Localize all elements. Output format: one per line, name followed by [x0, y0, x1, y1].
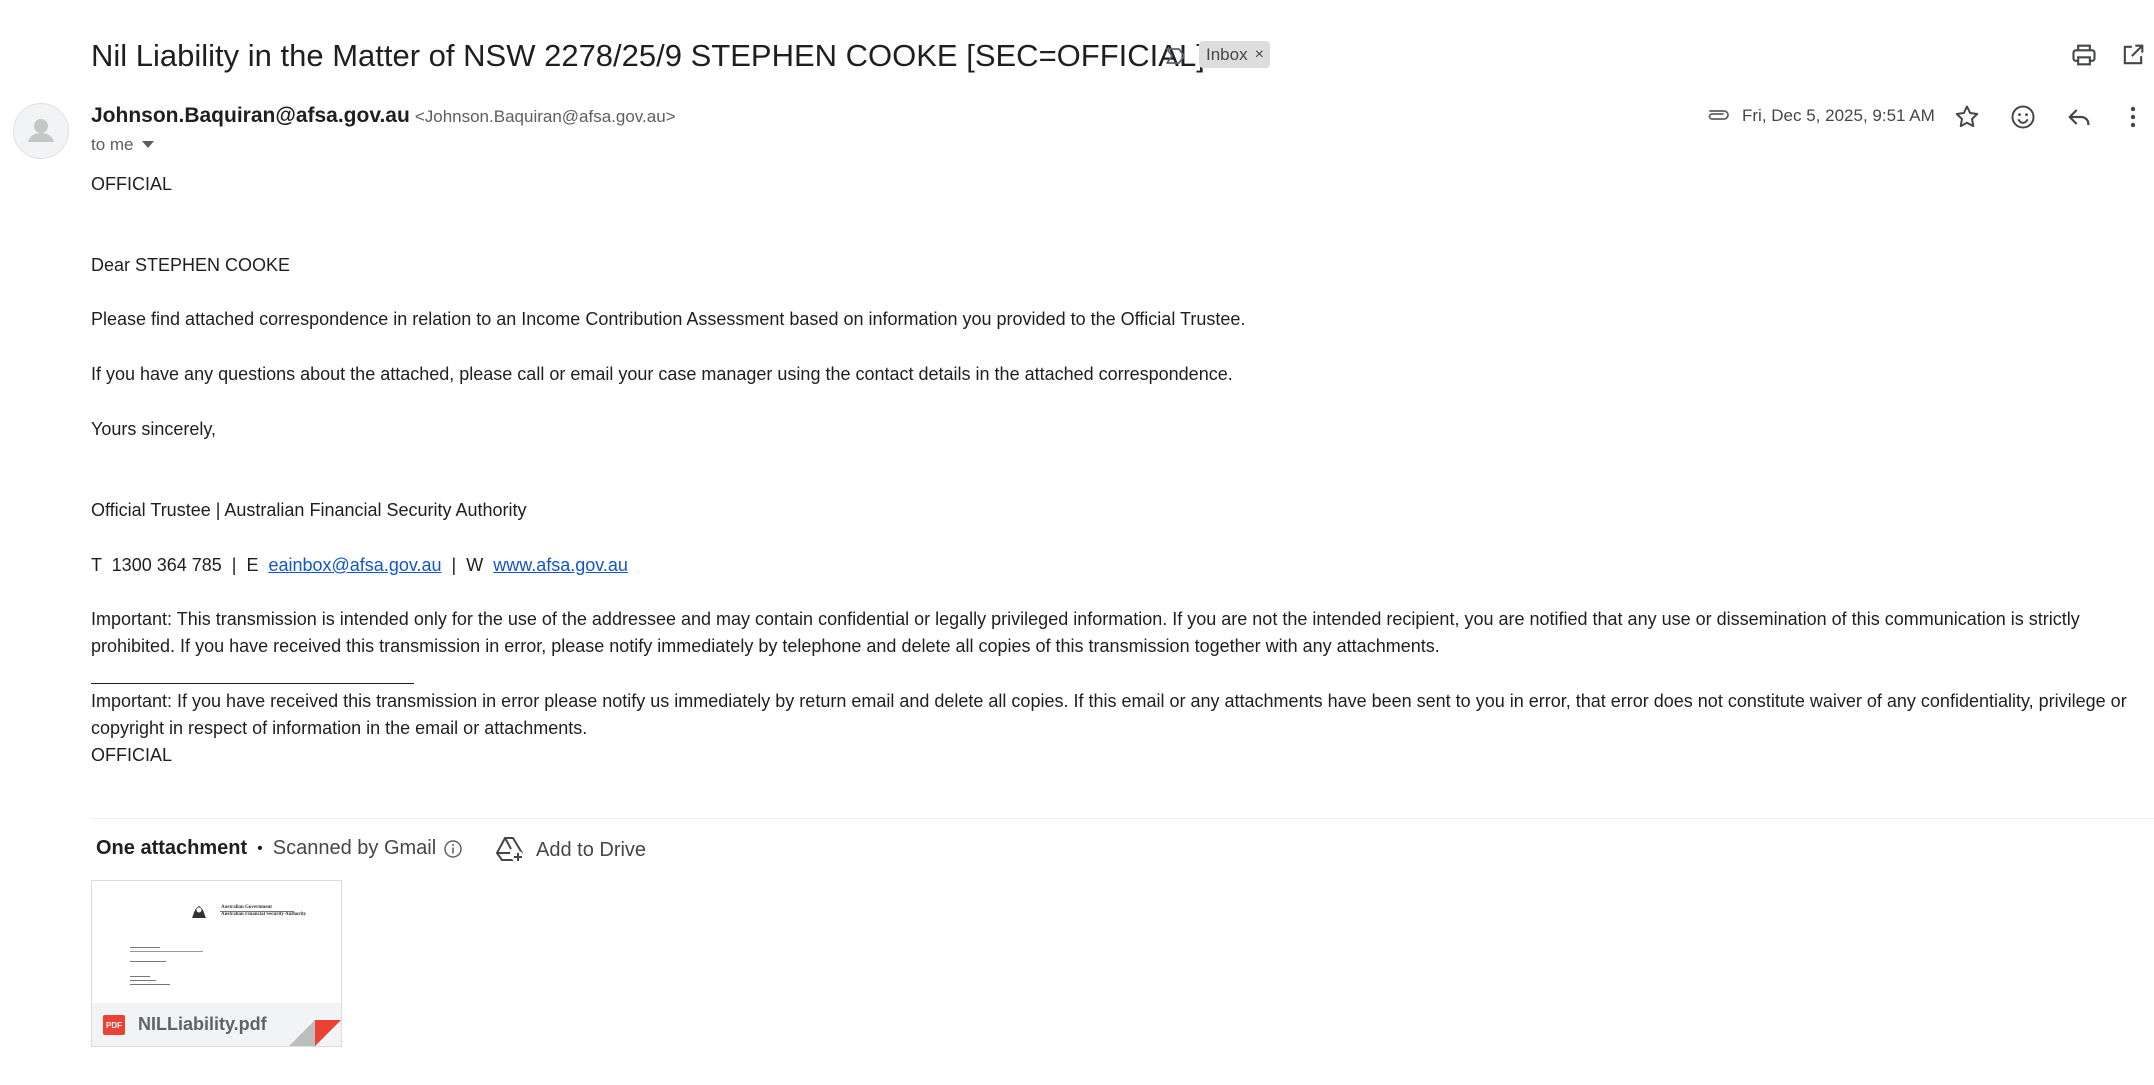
- thumb-line: [130, 976, 150, 977]
- star-button[interactable]: [1953, 103, 1981, 131]
- add-to-drive-button[interactable]: Add to Drive: [494, 835, 646, 865]
- open-in-new-window-icon: [2119, 41, 2147, 69]
- importance-marker-icon[interactable]: [1164, 44, 1188, 68]
- reply-button[interactable]: [2065, 103, 2093, 131]
- thumb-title-1: Australian Government: [221, 905, 272, 910]
- contact-separator: | W: [441, 555, 494, 575]
- classification-top: OFFICIAL: [91, 174, 173, 194]
- sender-name[interactable]: Johnson.Baquiran@afsa.gov.au: [91, 104, 410, 128]
- email-subject: Nil Liability in the Matter of NSW 2278/…: [91, 38, 1205, 73]
- avatar[interactable]: [13, 103, 69, 159]
- print-button[interactable]: [2070, 41, 2098, 69]
- contact-website-link[interactable]: www.afsa.gov.au: [493, 555, 628, 575]
- coat-of-arms-icon: [192, 906, 206, 918]
- attachment-count: One attachment: [96, 837, 248, 859]
- more-vert-icon: [2127, 103, 2139, 131]
- sender-email: <Johnson.Baquiran@afsa.gov.au>: [414, 107, 676, 126]
- label-text: Inbox: [1206, 44, 1248, 64]
- legal-notice-1: Important: This transmission is intended…: [91, 609, 2080, 656]
- remove-label-button[interactable]: ×: [1255, 46, 1264, 64]
- greeting: Dear STEPHEN COOKE: [91, 255, 291, 275]
- add-to-drive-label: Add to Drive: [536, 838, 647, 861]
- page-fold-icon: [289, 1020, 341, 1046]
- divider: [91, 683, 414, 684]
- attachment-header: One attachment • Scanned by Gmail: [96, 837, 463, 860]
- add-reaction-button[interactable]: [2009, 103, 2037, 131]
- sender-line: Johnson.Baquiran@afsa.gov.au <Johnson.Ba…: [91, 104, 676, 128]
- legal-notice-2: Important: If you have received this tra…: [91, 691, 2127, 738]
- inbox-label-chip[interactable]: Inbox ×: [1199, 41, 1270, 68]
- classification-bottom: OFFICIAL: [91, 745, 173, 765]
- reply-icon: [2065, 103, 2093, 131]
- attachment-divider: [91, 818, 2154, 819]
- contact-line: T 1300 364 785 | E eainbox@afsa.gov.au |…: [91, 552, 628, 579]
- info-icon[interactable]: [443, 839, 463, 859]
- scanned-by-gmail: Scanned by Gmail: [272, 837, 437, 859]
- avatar-icon: [14, 104, 68, 158]
- body-paragraph-1: Please find attached correspondence in r…: [91, 309, 1246, 329]
- signature: Official Trustee | Australian Financial …: [91, 500, 527, 520]
- chevron-down-icon: [141, 141, 154, 149]
- recipients-toggle[interactable]: to me: [91, 135, 154, 155]
- attachment-card[interactable]: Australian Government Australian Financi…: [91, 880, 342, 1047]
- thumb-line: [130, 984, 170, 985]
- attachment-thumbnail: Australian Government Australian Financi…: [92, 881, 341, 1003]
- thumb-title-2: Australian Financial Security Authority: [221, 912, 307, 917]
- closing: Yours sincerely,: [91, 419, 217, 439]
- separator: •: [257, 839, 263, 857]
- recipients-text: to me: [91, 135, 134, 154]
- contact-phone: T 1300 364 785 | E: [91, 555, 269, 575]
- contact-email-link[interactable]: eainbox@afsa.gov.au: [268, 555, 441, 575]
- attachment-filename: NILLiability.pdf: [138, 1014, 267, 1034]
- print-icon: [2070, 41, 2098, 69]
- thumb-rule: [220, 911, 294, 912]
- star-icon: [1953, 103, 1981, 131]
- more-options-button[interactable]: [2127, 103, 2139, 131]
- attachment-footer: PDF NILLiability.pdf: [92, 1003, 341, 1046]
- thumb-line: [130, 980, 156, 981]
- body-paragraph-2: If you have any questions about the atta…: [91, 364, 1233, 384]
- thumb-line: [130, 947, 160, 948]
- open-in-new-window-button[interactable]: [2119, 41, 2147, 69]
- emoji-icon: [2009, 103, 2037, 131]
- pdf-icon: PDF: [103, 1015, 125, 1035]
- thumb-line: [130, 961, 166, 962]
- attachment-clip-icon: [1706, 105, 1732, 125]
- thumb-line: [130, 951, 203, 952]
- email-date: Fri, Dec 5, 2025, 9:51 AM: [1742, 106, 1935, 125]
- add-to-drive-icon: [494, 835, 526, 865]
